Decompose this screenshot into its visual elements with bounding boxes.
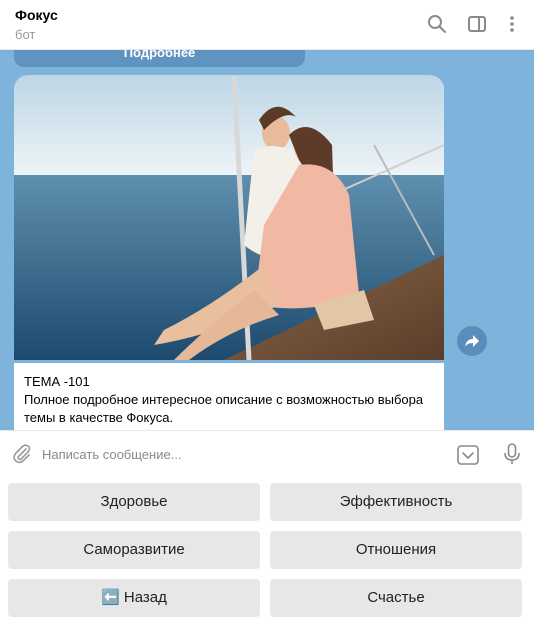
keyboard-button-health[interactable]: Здоровье (8, 483, 260, 521)
search-icon[interactable] (426, 13, 448, 35)
message-photo[interactable] (14, 75, 444, 360)
keyboard-button-self-development[interactable]: Саморазвитие (8, 531, 260, 569)
inline-more-button[interactable]: Подробнее (14, 50, 305, 67)
bot-keyboard: Здоровье Эффективность Саморазвитие Отно… (0, 476, 534, 622)
chat-title[interactable]: Фокус (15, 7, 58, 23)
message-title: ТЕМА -101 (24, 374, 90, 389)
message-body: Полное подробное интересное описание с в… (24, 392, 424, 425)
forward-icon (465, 335, 479, 347)
bot-keyboard-toggle-icon[interactable] (456, 443, 480, 467)
chat-header: Фокус бот (0, 0, 534, 50)
paperclip-icon[interactable] (11, 443, 33, 465)
message-bubble: ТЕМА -101 Полное подробное интересное оп… (14, 363, 444, 430)
keyboard-button-efficiency[interactable]: Эффективность (270, 483, 522, 521)
sidebar-toggle-icon[interactable] (466, 13, 488, 35)
forward-button[interactable] (457, 326, 487, 356)
composer (0, 430, 534, 476)
keyboard-button-happiness[interactable]: Счастье (270, 579, 522, 617)
message-input[interactable] (42, 441, 442, 467)
chat-subtitle: бот (15, 27, 36, 42)
more-vert-icon[interactable] (501, 13, 523, 35)
keyboard-button-relationships[interactable]: Отношения (270, 531, 522, 569)
chat-area: Подробнее ТЕМА -101 Полное подробное инт… (0, 50, 534, 430)
microphone-icon[interactable] (500, 442, 524, 466)
keyboard-button-back[interactable]: ⬅️ Назад (8, 579, 260, 617)
